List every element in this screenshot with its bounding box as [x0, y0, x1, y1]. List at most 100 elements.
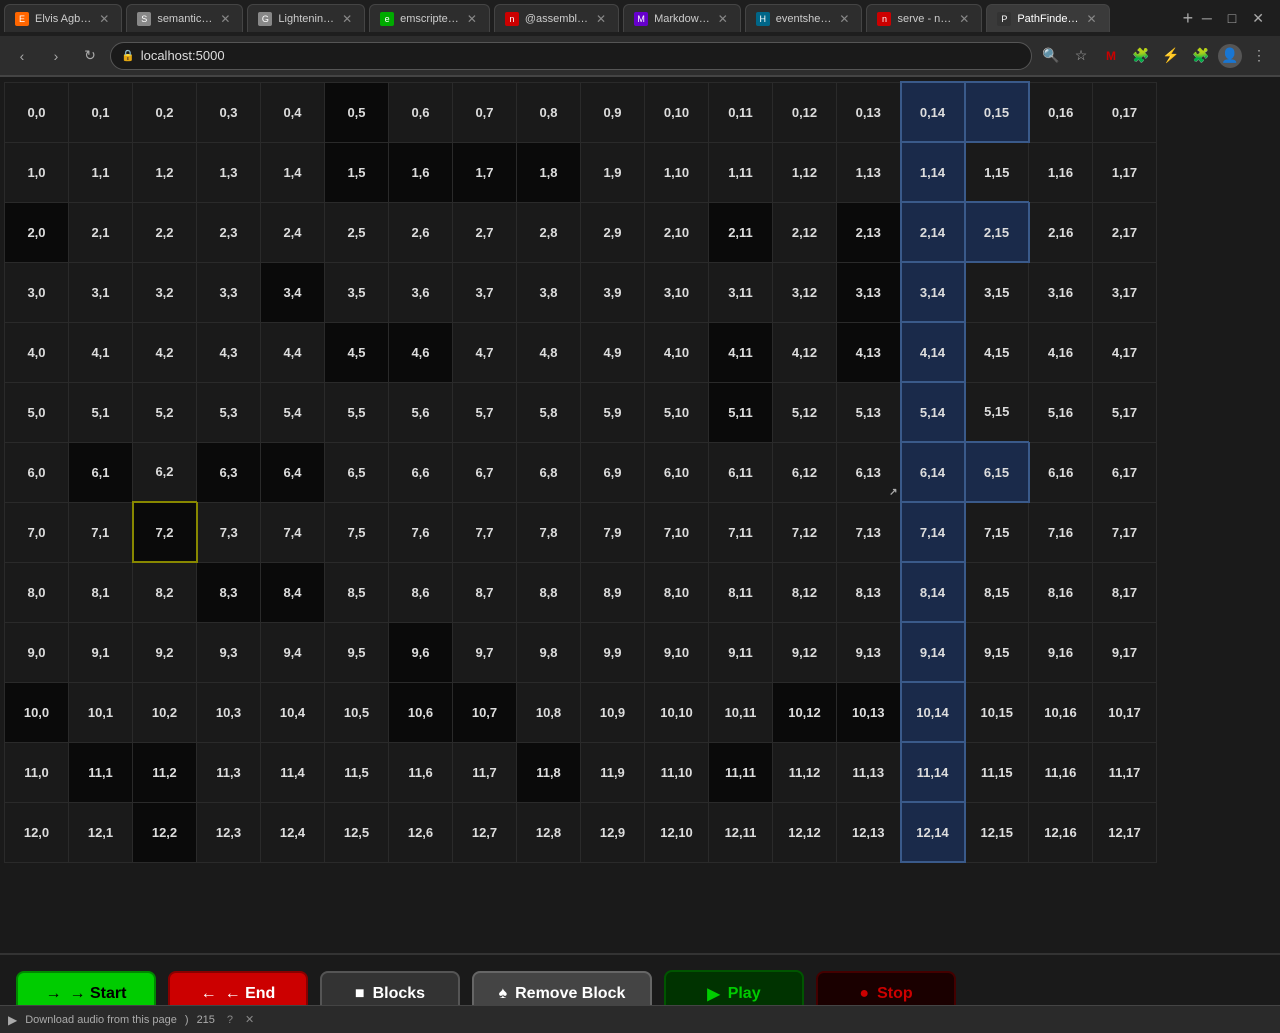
- cell-1-15[interactable]: 1,15: [965, 142, 1029, 202]
- cell-7-12[interactable]: 7,12: [773, 502, 837, 562]
- cell-6-2[interactable]: 6,2: [133, 442, 197, 502]
- cell-4-2[interactable]: 4,2: [133, 322, 197, 382]
- cell-3-4[interactable]: 3,4: [261, 262, 325, 322]
- cell-12-0[interactable]: 12,0: [5, 802, 69, 862]
- cell-8-14[interactable]: 8,14: [901, 562, 965, 622]
- cell-0-1[interactable]: 0,1: [69, 82, 133, 142]
- cell-3-7[interactable]: 3,7: [453, 262, 517, 322]
- cell-12-13[interactable]: 12,13: [837, 802, 901, 862]
- cell-9-11[interactable]: 9,11: [709, 622, 773, 682]
- cell-10-8[interactable]: 10,8: [517, 682, 581, 742]
- cell-3-13[interactable]: 3,13: [837, 262, 901, 322]
- cell-7-2[interactable]: 7,2: [133, 502, 197, 562]
- cell-10-1[interactable]: 10,1: [69, 682, 133, 742]
- cell-3-5[interactable]: 3,5: [325, 262, 389, 322]
- cell-0-4[interactable]: 0,4: [261, 82, 325, 142]
- cell-10-6[interactable]: 10,6: [389, 682, 453, 742]
- cell-10-13[interactable]: 10,13: [837, 682, 901, 742]
- cell-7-7[interactable]: 7,7: [453, 502, 517, 562]
- cell-12-2[interactable]: 12,2: [133, 802, 197, 862]
- cell-0-13[interactable]: 0,13: [837, 82, 901, 142]
- cell-4-11[interactable]: 4,11: [709, 322, 773, 382]
- cell-7-8[interactable]: 7,8: [517, 502, 581, 562]
- cell-4-5[interactable]: 4,5: [325, 322, 389, 382]
- cell-4-14[interactable]: 4,14: [901, 322, 965, 382]
- cell-11-1[interactable]: 11,1: [69, 742, 133, 802]
- cell-0-17[interactable]: 0,17: [1093, 82, 1157, 142]
- cell-5-5[interactable]: 5,5: [325, 382, 389, 442]
- cell-8-6[interactable]: 8,6: [389, 562, 453, 622]
- cell-11-9[interactable]: 11,9: [581, 742, 645, 802]
- cell-5-10[interactable]: 5,10: [645, 382, 709, 442]
- cell-2-4[interactable]: 2,4: [261, 202, 325, 262]
- cell-11-17[interactable]: 11,17: [1093, 742, 1157, 802]
- cell-2-2[interactable]: 2,2: [133, 202, 197, 262]
- cell-2-14[interactable]: 2,14: [901, 202, 965, 262]
- cell-8-17[interactable]: 8,17: [1093, 562, 1157, 622]
- download-dismiss-button[interactable]: ✕: [245, 1013, 254, 1026]
- cell-1-3[interactable]: 1,3: [197, 142, 261, 202]
- cell-10-16[interactable]: 10,16: [1029, 682, 1093, 742]
- cell-4-8[interactable]: 4,8: [517, 322, 581, 382]
- cell-5-3[interactable]: 5,3: [197, 382, 261, 442]
- cell-9-3[interactable]: 9,3: [197, 622, 261, 682]
- cell-1-1[interactable]: 1,1: [69, 142, 133, 202]
- cell-7-11[interactable]: 7,11: [709, 502, 773, 562]
- cell-6-9[interactable]: 6,9: [581, 442, 645, 502]
- cell-9-13[interactable]: 9,13: [837, 622, 901, 682]
- cell-9-8[interactable]: 9,8: [517, 622, 581, 682]
- cell-6-17[interactable]: 6,17: [1093, 442, 1157, 502]
- cell-7-17[interactable]: 7,17: [1093, 502, 1157, 562]
- cell-4-9[interactable]: 4,9: [581, 322, 645, 382]
- cell-1-16[interactable]: 1,16: [1029, 142, 1093, 202]
- cell-0-15[interactable]: 0,15: [965, 82, 1029, 142]
- back-button[interactable]: ‹: [8, 42, 36, 70]
- new-tab-button[interactable]: +: [1174, 4, 1202, 32]
- cell-3-1[interactable]: 3,1: [69, 262, 133, 322]
- cell-2-9[interactable]: 2,9: [581, 202, 645, 262]
- cell-11-3[interactable]: 11,3: [197, 742, 261, 802]
- cell-9-9[interactable]: 9,9: [581, 622, 645, 682]
- cell-1-9[interactable]: 1,9: [581, 142, 645, 202]
- cell-0-2[interactable]: 0,2: [133, 82, 197, 142]
- cell-3-3[interactable]: 3,3: [197, 262, 261, 322]
- cell-1-6[interactable]: 1,6: [389, 142, 453, 202]
- cell-9-6[interactable]: 9,6: [389, 622, 453, 682]
- cell-11-10[interactable]: 11,10: [645, 742, 709, 802]
- cell-11-4[interactable]: 11,4: [261, 742, 325, 802]
- cell-3-15[interactable]: 3,15: [965, 262, 1029, 322]
- cell-4-0[interactable]: 4,0: [5, 322, 69, 382]
- cell-1-7[interactable]: 1,7: [453, 142, 517, 202]
- cell-7-0[interactable]: 7,0: [5, 502, 69, 562]
- cell-10-0[interactable]: 10,0: [5, 682, 69, 742]
- tab-close-tab4[interactable]: ✕: [465, 12, 479, 26]
- cell-7-5[interactable]: 7,5: [325, 502, 389, 562]
- download-close-button[interactable]: ?: [227, 1014, 233, 1026]
- tab-tab8[interactable]: nserve - n…✕: [866, 4, 982, 32]
- cell-11-13[interactable]: 11,13: [837, 742, 901, 802]
- cell-8-16[interactable]: 8,16: [1029, 562, 1093, 622]
- cell-1-5[interactable]: 1,5: [325, 142, 389, 202]
- cell-2-8[interactable]: 2,8: [517, 202, 581, 262]
- cell-10-9[interactable]: 10,9: [581, 682, 645, 742]
- cell-10-4[interactable]: 10,4: [261, 682, 325, 742]
- cell-11-15[interactable]: 11,15: [965, 742, 1029, 802]
- cell-2-3[interactable]: 2,3: [197, 202, 261, 262]
- cell-11-14[interactable]: 11,14: [901, 742, 965, 802]
- cell-1-10[interactable]: 1,10: [645, 142, 709, 202]
- cell-8-5[interactable]: 8,5: [325, 562, 389, 622]
- maximize-icon[interactable]: □: [1228, 10, 1236, 26]
- cell-12-11[interactable]: 12,11: [709, 802, 773, 862]
- cell-6-15[interactable]: 6,15: [965, 442, 1029, 502]
- cell-8-8[interactable]: 8,8: [517, 562, 581, 622]
- cell-7-16[interactable]: 7,16: [1029, 502, 1093, 562]
- tab-tab7[interactable]: Heventshe…✕: [745, 4, 863, 32]
- cell-9-12[interactable]: 9,12: [773, 622, 837, 682]
- cell-10-3[interactable]: 10,3: [197, 682, 261, 742]
- cell-6-6[interactable]: 6,6: [389, 442, 453, 502]
- cell-8-3[interactable]: 8,3: [197, 562, 261, 622]
- cell-9-7[interactable]: 9,7: [453, 622, 517, 682]
- cell-10-17[interactable]: 10,17: [1093, 682, 1157, 742]
- cell-2-17[interactable]: 2,17: [1093, 202, 1157, 262]
- cell-2-15[interactable]: 2,15: [965, 202, 1029, 262]
